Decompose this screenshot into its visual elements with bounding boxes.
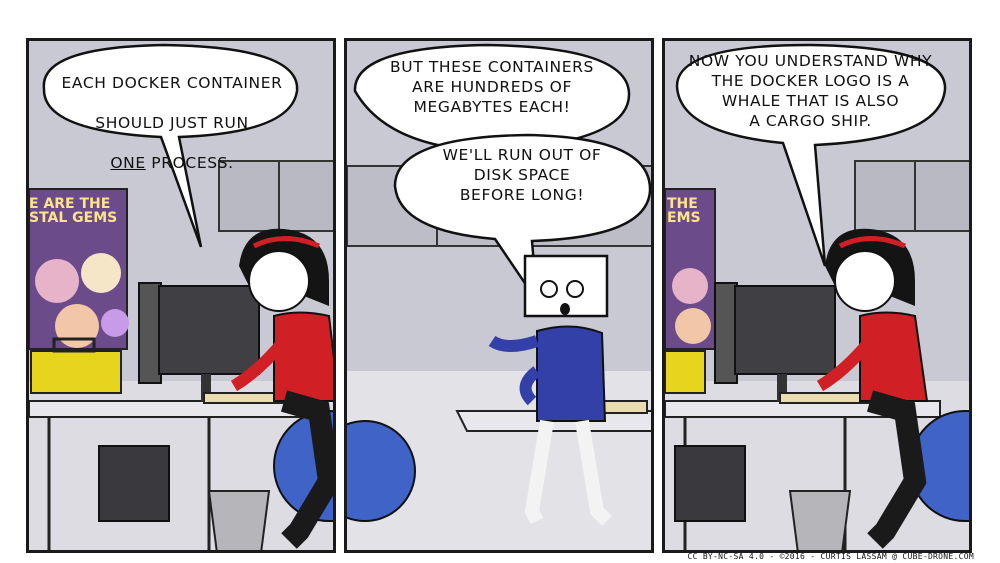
poster-line-1: E ARE THE xyxy=(29,196,111,212)
speech-line-2: SHOULD JUST RUN xyxy=(95,114,249,132)
keyboard xyxy=(779,392,871,404)
speech-text: EACH DOCKER CONTAINER SHOULD JUST RUN ON… xyxy=(57,53,287,193)
comic-panel-1: E ARE THE STAL GEMS EACH DOCKER CONTAINE… xyxy=(26,38,336,553)
copyright-credit: CC BY-NC-SA 4.0 - ©2016 - CURTIS LASSAM … xyxy=(687,552,974,561)
speech-text-1: BUT THESE CONTAINERS ARE HUNDREDS OF MEG… xyxy=(390,58,594,116)
speech-emphasis: ONE xyxy=(110,154,146,172)
toolbox xyxy=(665,350,706,394)
panel-2-art xyxy=(347,41,651,550)
poster-line-2: STAL GEMS xyxy=(29,210,118,226)
poster-text: E ARE THE STAL GEMS xyxy=(29,197,117,225)
trash-can xyxy=(207,490,271,550)
speech-line-3-rest: PROCESS. xyxy=(145,154,234,172)
trash-can xyxy=(788,490,852,550)
speech-text: NOW YOU UNDERSTAND WHY THE DOCKER LOGO I… xyxy=(688,52,933,130)
speech-line-1: EACH DOCKER CONTAINER xyxy=(61,74,283,92)
pc-tower xyxy=(674,445,746,522)
comic-panel-3: THE EMS NOW YOU UNDERSTAND WHY THE DOCKE… xyxy=(662,38,972,553)
poster-text: THE EMS xyxy=(667,197,701,225)
comic-panel-2: BUT THESE CONTAINERS ARE HUNDREDS OF MEG… xyxy=(344,38,654,553)
speech-text-2: WE'LL RUN OUT OF DISK SPACE BEFORE LONG! xyxy=(442,146,602,204)
poster-line-2: EMS xyxy=(667,210,701,226)
poster-line-1: THE xyxy=(667,196,698,212)
pc-tower xyxy=(98,445,170,522)
speech-line-3: ONE PROCESS. xyxy=(57,153,287,173)
